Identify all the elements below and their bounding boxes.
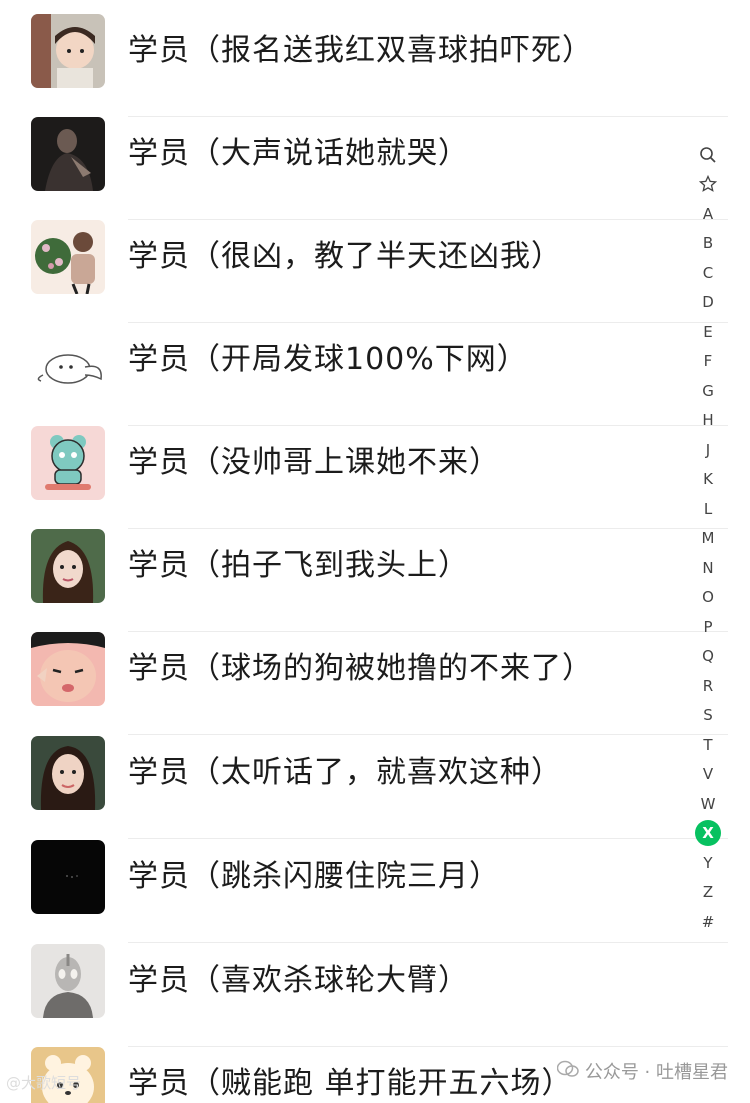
index-letter[interactable]: S — [692, 701, 724, 730]
contact-name: 学员（拍子飞到我头上） — [128, 548, 469, 583]
woman-portrait-avatar — [31, 736, 105, 810]
index-letter[interactable]: K — [692, 465, 724, 494]
cartoon-rabbit-avatar — [31, 323, 105, 397]
contact-row[interactable]: 学员（喜欢杀球轮大臂） — [0, 944, 750, 1047]
contact-name: 学员（跳杀闪腰住院三月） — [128, 859, 500, 894]
woman-selfie-avatar — [31, 529, 105, 603]
index-letter[interactable]: T — [692, 730, 724, 759]
contact-name: 学员（球场的狗被她撸的不来了） — [128, 651, 593, 686]
index-letter[interactable]: F — [692, 347, 724, 376]
index-letter[interactable]: L — [692, 494, 724, 523]
contact-row[interactable]: 学员（球场的狗被她撸的不来了） — [0, 632, 750, 735]
index-letter[interactable]: R — [692, 671, 724, 700]
index-letter[interactable]: J — [692, 435, 724, 464]
contacts-page: 学员（报名送我红双喜球拍吓死） 学员（大声说话她就哭） 学员（很凶，教了半天还凶… — [0, 0, 750, 1103]
contact-row[interactable]: 学员（跳杀闪腰住院三月） — [0, 840, 750, 943]
child-photo-avatar — [31, 14, 105, 88]
index-letter[interactable]: W — [692, 789, 724, 818]
cartoon-bear-avatar — [31, 426, 105, 500]
index-letter[interactable]: B — [692, 229, 724, 258]
index-letter-active[interactable]: X — [692, 819, 724, 848]
wechat-logo-icon — [556, 1060, 579, 1083]
contact-name: 学员（很凶，教了半天还凶我） — [128, 239, 562, 274]
index-letter[interactable]: H — [692, 406, 724, 435]
index-search-icon[interactable] — [692, 140, 724, 169]
contact-name: 学员（太听话了，就喜欢这种） — [128, 755, 562, 790]
contact-name: 学员（开局发球100%下网） — [128, 342, 528, 377]
funny-face-avatar — [31, 632, 105, 706]
index-star-icon[interactable] — [692, 170, 724, 199]
index-letter[interactable]: G — [692, 376, 724, 405]
index-letter[interactable]: # — [692, 907, 724, 936]
index-letter[interactable]: Z — [692, 878, 724, 907]
index-letter[interactable]: D — [692, 288, 724, 317]
contact-name: 学员（没帅哥上课她不来） — [128, 445, 500, 480]
black-night-avatar — [31, 840, 105, 914]
index-letter[interactable]: E — [692, 317, 724, 346]
row-divider — [128, 838, 728, 839]
contact-name: 学员（喜欢杀球轮大臂） — [128, 963, 469, 998]
contact-name: 学员（贼能跑 单打能开五六场） — [128, 1066, 573, 1101]
index-letter[interactable]: Y — [692, 848, 724, 877]
watermark-left: @大歌短号 — [6, 1074, 82, 1092]
watermark-text: 公众号 · 吐槽星君 — [584, 1062, 728, 1083]
row-divider — [128, 942, 728, 943]
contact-name: 学员（报名送我红双喜球拍吓死） — [128, 33, 593, 68]
index-letter[interactable]: C — [692, 258, 724, 287]
contact-row[interactable]: 学员（拍子飞到我头上） — [0, 529, 750, 632]
index-letter[interactable]: V — [692, 760, 724, 789]
index-letter[interactable]: Q — [692, 642, 724, 671]
contact-row[interactable]: 学员（报名送我红双喜球拍吓死） — [0, 14, 750, 117]
watermark: 公众号 · 吐槽星君 — [556, 1058, 728, 1084]
index-letter[interactable]: P — [692, 612, 724, 641]
index-letter[interactable]: O — [692, 583, 724, 612]
flower-girl-avatar — [31, 220, 105, 294]
contact-row[interactable]: 学员（大声说话她就哭） — [0, 117, 750, 220]
index-letter[interactable]: A — [692, 199, 724, 228]
dark-portrait-avatar — [31, 117, 105, 191]
index-letter[interactable]: M — [692, 524, 724, 553]
contact-row[interactable]: 学员（没帅哥上课她不来） — [0, 426, 750, 529]
row-divider — [128, 734, 728, 735]
contact-row[interactable]: 学员（很凶，教了半天还凶我） — [0, 220, 750, 323]
contact-name: 学员（大声说话她就哭） — [128, 136, 469, 171]
contact-row[interactable]: 学员（开局发球100%下网） — [0, 323, 750, 426]
ultraman-avatar — [31, 944, 105, 1018]
index-letter[interactable]: N — [692, 553, 724, 582]
contact-row[interactable]: 学员（太听话了，就喜欢这种） — [0, 736, 750, 839]
